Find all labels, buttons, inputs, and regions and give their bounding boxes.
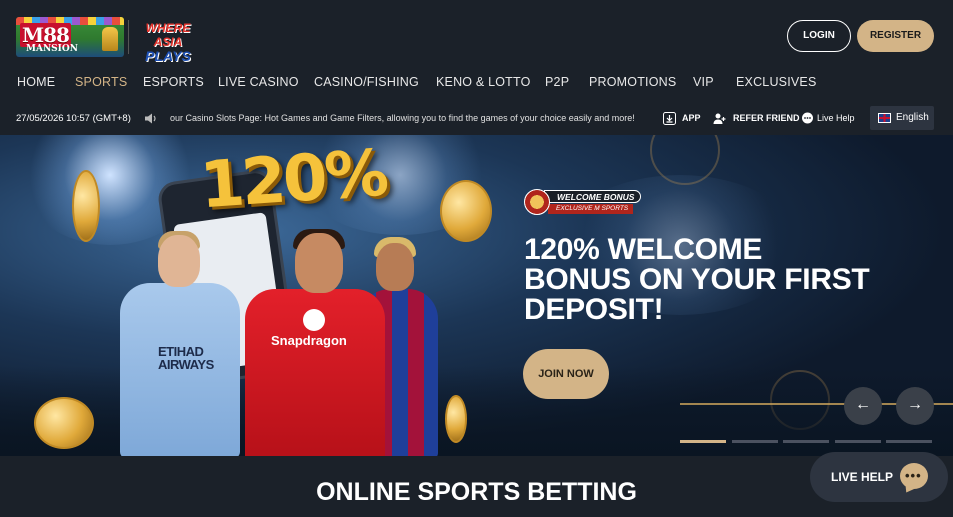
slide-dot[interactable] [886,440,932,443]
datetime-display: 27/05/2026 10:57 (GMT+8) [16,113,131,124]
download-app-icon[interactable] [663,112,676,125]
site-header: M88 MANSION WHERE ASIA PLAYS LOGIN REGIS… [0,0,953,70]
nav-item-exclusives[interactable]: EXCLUSIVES [736,75,817,89]
where-asia-plays-logo: WHERE ASIA PLAYS [133,21,203,63]
logo-sub-text: MANSION [26,44,78,54]
logo-divider [128,20,129,54]
player-head [158,235,200,287]
shirt-sponsor: ETIHAD AIRWAYS [158,344,214,372]
prev-slide-button[interactable]: ← [844,387,882,425]
player-head [295,233,343,293]
arrow-right-icon: → [907,396,923,413]
main-nav: HOME SPORTS ESPORTS LIVE CASINO CASINO/F… [0,70,953,98]
promo-120-graphic: 120% [197,136,389,224]
live-help-icon[interactable] [801,112,814,125]
next-slide-button[interactable]: → [896,387,934,425]
language-selector[interactable]: English [870,106,934,130]
nav-item-home[interactable]: HOME [17,75,55,89]
join-now-button[interactable]: JOIN NOW [523,349,609,399]
badge-title: WELCOME BONUS [544,190,642,203]
login-button[interactable]: LOGIN [787,20,851,52]
slide-dot[interactable] [834,440,881,443]
tagline-line1: WHERE ASIA [145,21,191,49]
nav-item-sports[interactable]: SPORTS [75,75,127,89]
gold-coin [440,180,492,242]
welcome-bonus-badge: WELCOME BONUS EXCLUSIVE M SPORTS [524,187,654,217]
club-badge-icon [303,309,325,331]
language-label: English [896,112,929,123]
m88-emblem-icon [524,189,550,215]
app-link[interactable]: APP [682,113,701,123]
slide-dot[interactable] [680,440,726,443]
register-button[interactable]: REGISTER [857,20,934,52]
refer-friend-icon[interactable] [713,112,726,125]
nav-item-vip[interactable]: VIP [693,75,714,89]
section-title: ONLINE SPORTS BETTING [316,478,637,506]
nav-item-keno-lotto[interactable]: KENO & LOTTO [436,75,531,89]
player-city: ETIHAD AIRWAYS [120,231,260,456]
gold-coin [72,170,100,242]
refer-friend-link[interactable]: REFER FRIEND [733,113,800,123]
badge-subtitle: EXCLUSIVE M SPORTS [548,204,634,214]
nav-item-esports[interactable]: ESPORTS [143,75,204,89]
slide-dot[interactable] [783,440,829,443]
announcement-ticker[interactable]: our Casino Slots Page: Hot Games and Gam… [170,113,654,123]
nav-item-promotions[interactable]: PROMOTIONS [589,75,676,89]
speaker-icon [145,113,156,124]
tagline-line2: PLAYS [145,48,191,64]
nav-item-casino-fishing[interactable]: CASINO/FISHING [314,75,419,89]
uk-flag-icon [878,113,891,123]
info-bar: 27/05/2026 10:57 (GMT+8) our Casino Slot… [0,104,953,132]
gold-coin [34,397,94,449]
slide-dot[interactable] [731,440,778,443]
m88-mansion-logo[interactable]: M88 MANSION [16,17,124,57]
arrow-left-icon: ← [855,396,871,413]
nav-item-p2p[interactable]: P2P [545,75,569,89]
player-united: Snapdragon [245,229,395,456]
live-help-link[interactable]: Live Help [817,113,855,123]
trophy-icon [102,27,118,51]
hero-title: 120% WELCOME BONUS ON YOUR FIRST DEPOSIT… [524,233,870,326]
nav-item-live-casino[interactable]: LIVE CASINO [218,75,299,89]
shirt-sponsor: Snapdragon [271,333,347,348]
